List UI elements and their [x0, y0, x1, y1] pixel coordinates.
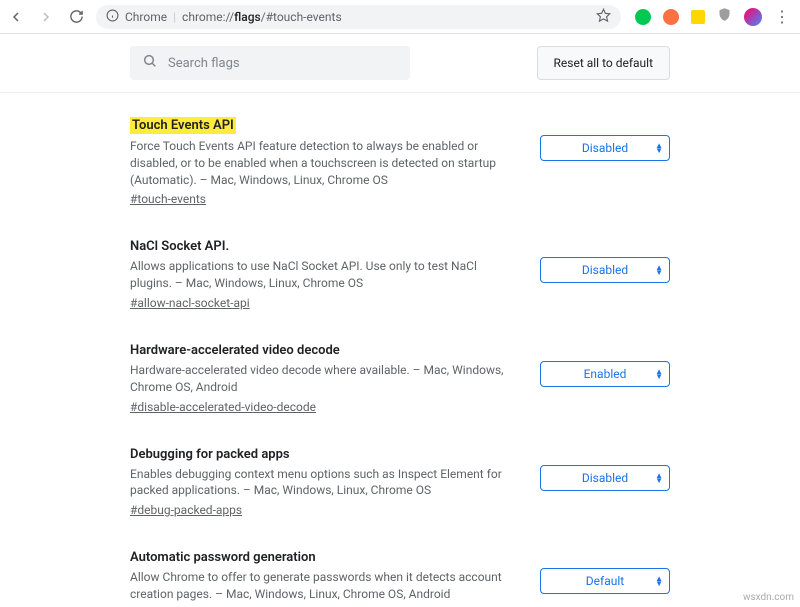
watermark: wsxdn.com — [743, 592, 794, 603]
select-arrows-icon: ▲▼ — [655, 473, 663, 483]
flag-text: Debugging for packed apps Enables debuggi… — [130, 447, 520, 519]
flag-select-value: Disabled — [582, 471, 628, 485]
flag-select[interactable]: Default ▲▼ — [540, 568, 670, 594]
flag-select-value: Disabled — [582, 141, 628, 155]
reload-button[interactable] — [66, 7, 86, 27]
flag-item: Touch Events API Force Touch Events API f… — [130, 101, 670, 223]
flag-title: NaCl Socket API. — [130, 239, 229, 254]
flag-text: Hardware-accelerated video decode Hardwar… — [130, 343, 520, 415]
shield-icon[interactable] — [717, 7, 732, 26]
flag-description: Hardware-accelerated video decode where … — [130, 362, 520, 396]
search-flags-input[interactable]: Search flags — [130, 46, 410, 80]
address-bar[interactable]: Chrome | chrome://flags/#touch-events — [96, 5, 621, 29]
reset-all-button[interactable]: Reset all to default — [537, 46, 670, 80]
profile-avatar[interactable] — [744, 8, 762, 26]
search-placeholder: Search flags — [168, 56, 240, 71]
flag-anchor-link[interactable]: #allow-nacl-socket-api — [130, 296, 250, 310]
flag-title: Touch Events API — [130, 117, 236, 134]
select-arrows-icon: ▲▼ — [655, 143, 663, 153]
extension-icon-3[interactable] — [691, 10, 705, 24]
flag-item: Automatic password generation Allow Chrom… — [130, 534, 670, 607]
extension-icon-2[interactable] — [663, 9, 679, 25]
flag-select[interactable]: Disabled ▲▼ — [540, 135, 670, 161]
site-info-icon[interactable] — [106, 9, 119, 25]
search-icon — [142, 53, 158, 73]
browser-toolbar: Chrome | chrome://flags/#touch-events ⋮ — [0, 0, 800, 34]
flag-select[interactable]: Disabled ▲▼ — [540, 257, 670, 283]
flag-item: Debugging for packed apps Enables debuggi… — [130, 431, 670, 535]
flag-anchor-link[interactable]: #disable-accelerated-video-decode — [130, 400, 316, 414]
menu-icon[interactable]: ⋮ — [774, 14, 790, 20]
flag-text: NaCl Socket API. Allows applications to u… — [130, 239, 520, 311]
flag-description: Allow Chrome to offer to generate passwo… — [130, 569, 520, 603]
flag-select-value: Enabled — [584, 367, 627, 381]
flag-title: Debugging for packed apps — [130, 447, 290, 462]
back-button[interactable] — [6, 7, 26, 27]
flag-item: NaCl Socket API. Allows applications to u… — [130, 223, 670, 327]
omnibox-divider: | — [173, 10, 176, 24]
flag-description: Enables debugging context menu options s… — [130, 466, 520, 500]
select-arrows-icon: ▲▼ — [655, 265, 663, 275]
flag-text: Automatic password generation Allow Chrom… — [130, 550, 520, 607]
flag-select-value: Default — [586, 574, 624, 588]
flag-select-value: Disabled — [582, 263, 628, 277]
extension-icon-1[interactable] — [635, 9, 651, 25]
select-arrows-icon: ▲▼ — [655, 369, 663, 379]
flag-item: Hardware-accelerated video decode Hardwar… — [130, 327, 670, 431]
forward-button[interactable] — [36, 7, 56, 27]
flag-title: Hardware-accelerated video decode — [130, 343, 340, 358]
flag-title: Automatic password generation — [130, 550, 316, 565]
flag-select[interactable]: Enabled ▲▼ — [540, 361, 670, 387]
extension-icons: ⋮ — [631, 7, 794, 26]
flag-description: Force Touch Events API feature detection… — [130, 138, 520, 188]
flag-description: Allows applications to use NaCl Socket A… — [130, 258, 520, 292]
select-arrows-icon: ▲▼ — [655, 576, 663, 586]
flag-anchor-link[interactable]: #touch-events — [130, 192, 206, 206]
flag-select[interactable]: Disabled ▲▼ — [540, 465, 670, 491]
flag-anchor-link[interactable]: #debug-packed-apps — [130, 503, 242, 517]
flag-text: Touch Events API Force Touch Events API f… — [130, 117, 520, 207]
omnibox-url: chrome://flags/#touch-events — [182, 10, 342, 24]
omnibox-label: Chrome — [125, 10, 167, 24]
bookmark-star-icon[interactable] — [596, 8, 611, 26]
flags-list[interactable]: Touch Events API Force Touch Events API f… — [0, 93, 800, 607]
flags-header: Search flags Reset all to default — [0, 34, 800, 93]
